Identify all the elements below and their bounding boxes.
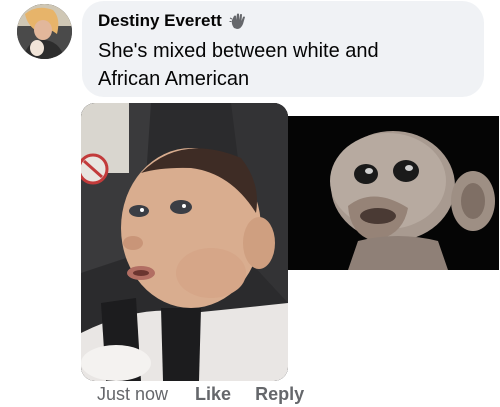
author-name[interactable]: Destiny Everett — [98, 11, 222, 31]
comment-line-1: She's mixed between white and — [98, 40, 379, 62]
author-row: Destiny Everett — [98, 11, 468, 31]
reply-button[interactable]: Reply — [255, 384, 304, 405]
comment-text: She's mixed between white and African Am… — [98, 37, 468, 93]
timestamp[interactable]: Just now — [97, 384, 168, 405]
like-button[interactable]: Like — [195, 384, 231, 405]
wave-hand-icon — [228, 11, 248, 31]
attached-photo-creature[interactable] — [288, 116, 499, 270]
attached-photo-baby[interactable] — [81, 103, 288, 381]
comment-bubble: Destiny Everett She's mixed between whit… — [82, 1, 484, 97]
comment-actions: Just now Like Reply — [97, 382, 304, 406]
avatar[interactable] — [17, 4, 72, 59]
comment-line-2: African American — [98, 68, 250, 90]
